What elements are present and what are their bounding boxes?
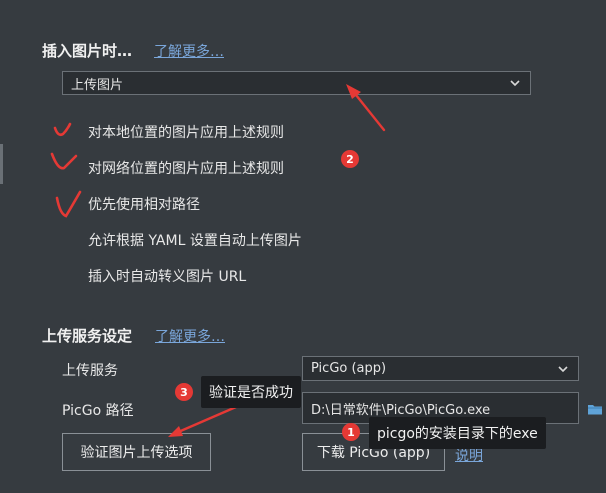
annotation-badge-2: 2 [341, 150, 359, 168]
annotation-badge-3: 3 [175, 383, 193, 401]
option-relative-path[interactable]: 优先使用相对路径 [88, 194, 200, 214]
scrollbar-thumb[interactable] [0, 144, 3, 184]
insert-learn-more-link[interactable]: 了解更多… [154, 41, 224, 61]
checkmark-2 [50, 152, 78, 170]
folder-icon[interactable] [587, 402, 603, 416]
picgo-path-label: PicGo 路径 [62, 403, 134, 419]
insert-action-select[interactable]: 上传图片 [62, 71, 531, 95]
insert-action-select-value: 上传图片 [71, 77, 124, 93]
chevron-down-icon [558, 365, 568, 372]
option-escape-url[interactable]: 插入时自动转义图片 URL [88, 266, 246, 286]
checkmark-3 [55, 190, 82, 218]
tooltip-verify-success: 验证是否成功 [201, 376, 301, 408]
upload-service-select[interactable]: PicGo (app) [302, 356, 579, 381]
insert-section-title: 插入图片时… [42, 42, 133, 60]
upload-section-title: 上传服务设定 [42, 327, 133, 345]
checkmark-1 [53, 122, 72, 137]
upload-service-value: PicGo (app) [311, 361, 387, 376]
option-local-images[interactable]: 对本地位置的图片应用上述规则 [88, 122, 284, 142]
verify-upload-button[interactable]: 验证图片上传选项 [62, 433, 211, 471]
upload-learn-more-link[interactable]: 了解更多… [155, 326, 225, 346]
option-network-images[interactable]: 对网络位置的图片应用上述规则 [88, 158, 284, 178]
option-yaml-auto-upload[interactable]: 允许根据 YAML 设置自动上传图片 [88, 230, 302, 250]
tooltip-picgo-exe: picgo的安装目录下的exe [369, 417, 546, 449]
annotation-badge-1: 1 [342, 423, 360, 441]
chevron-down-icon [510, 80, 520, 87]
upload-service-label: 上传服务 [62, 363, 118, 379]
